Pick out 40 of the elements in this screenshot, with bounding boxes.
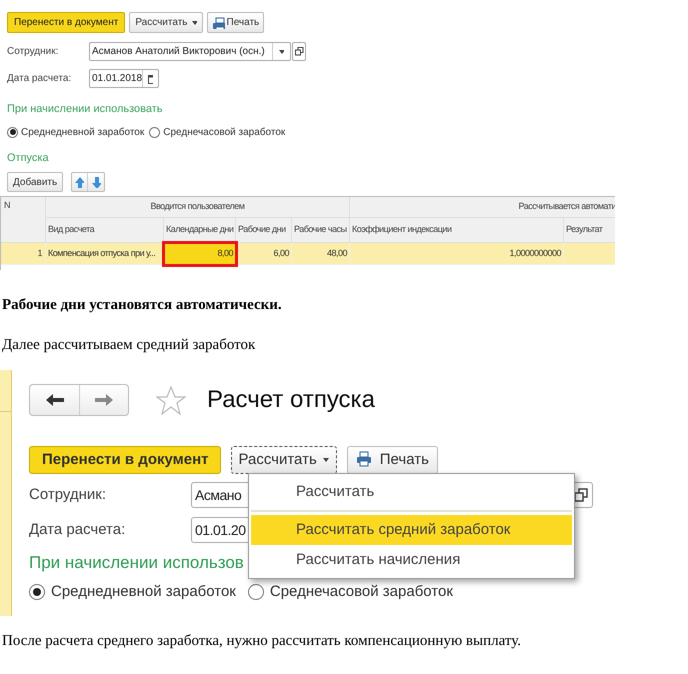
radio-label: Среднедневной заработок <box>51 582 236 602</box>
column-header: Коэффициент индексации <box>350 218 564 243</box>
radio-label: Среднечасовой заработок <box>270 582 453 602</box>
column-group-header: Рассчитывается автомати <box>350 197 615 218</box>
calculate-dropdown-button[interactable]: Рассчитать <box>129 12 202 33</box>
table-cell: Компенсация отпуска при у... <box>46 243 164 265</box>
add-button[interactable]: Добавить <box>7 172 64 192</box>
print-button[interactable]: Печать <box>206 12 264 33</box>
employee-field[interactable]: Асманов Анатолий Викторович (осн.) <box>89 42 291 61</box>
table-cell: 6,00 <box>236 243 292 265</box>
column-header: Вид расчета <box>46 218 164 243</box>
column-header: Календарные дни <box>164 218 236 243</box>
column-header: Результат <box>564 218 615 243</box>
table-header: N <box>1 197 46 243</box>
table-cell: 8,00 <box>164 243 236 265</box>
paragraph: Далее рассчитываем средний заработок <box>1 336 256 354</box>
print-button[interactable]: Печать <box>346 446 438 474</box>
window-title: Расчет отпуска <box>207 385 375 415</box>
transfer-button[interactable]: Перенести в документ <box>29 446 222 474</box>
transfer-button[interactable]: Перенести в документ <box>7 12 126 33</box>
field-label: Сотрудник: <box>29 484 108 505</box>
paragraph: После расчета среднего заработка, нужно рассчитать компенсационную выплату. <box>1 632 522 651</box>
section-title: Отпуска <box>7 150 50 166</box>
table-cell: 1,0000000000 <box>350 243 564 265</box>
calculate-dropdown-button[interactable]: Рассчитать <box>231 446 337 474</box>
table-cell: 48,00 <box>292 243 350 265</box>
field-label: Дата расчета: <box>29 520 126 540</box>
menu-item[interactable]: Рассчитать средний заработок <box>251 515 572 545</box>
column-group-header: Вводится пользователем <box>46 197 350 218</box>
radio-label: Среднедневной заработок <box>21 126 144 140</box>
field-label: Дата расчета: <box>7 72 72 86</box>
field-label: Сотрудник: <box>7 45 60 59</box>
column-header: Рабочие часы <box>292 218 350 243</box>
section-title: При начислении использов <box>29 552 244 574</box>
radio-label: Среднечасовой заработок <box>163 126 286 140</box>
column-header: Рабочие дни <box>236 218 292 243</box>
section-title: При начислении использовать <box>7 102 164 117</box>
paragraph: Рабочие дни установятся автоматически. <box>1 296 283 315</box>
date-field[interactable]: 01.01.2018 <box>89 69 159 88</box>
row-number: 1 <box>1 243 46 265</box>
